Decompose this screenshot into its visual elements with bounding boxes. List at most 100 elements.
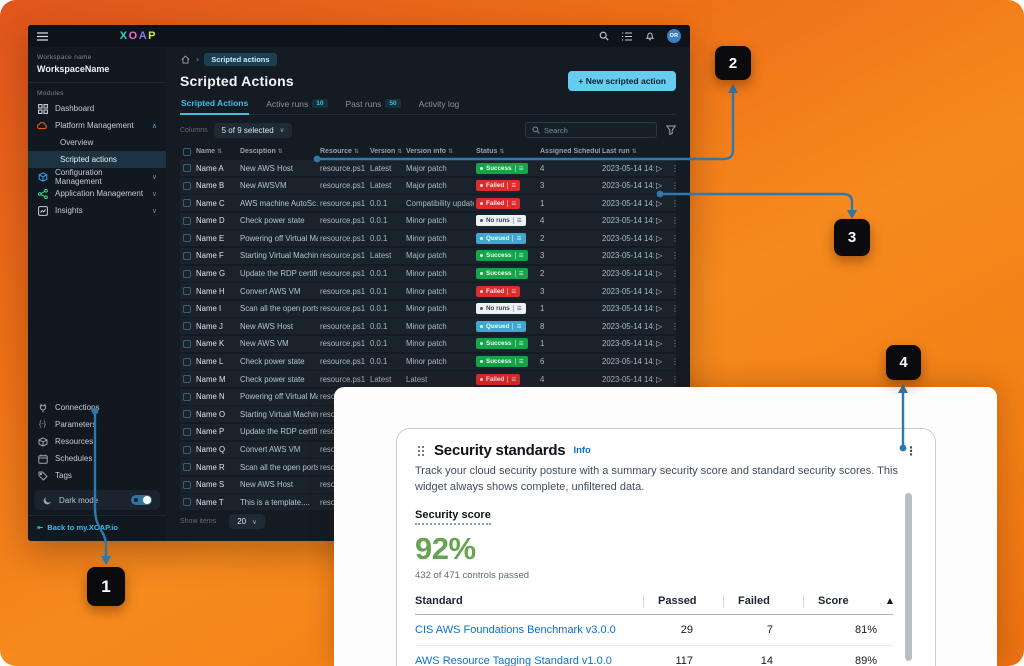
columns-select[interactable]: 5 of 9 selected ∨	[214, 123, 293, 138]
row-checkbox[interactable]	[183, 375, 191, 383]
table-row[interactable]: Name L Check power state resource.ps1 0.…	[180, 354, 676, 370]
run-play-button[interactable]: ▷	[656, 164, 669, 173]
table-row[interactable]: Name D Check power state resource.ps1 0.…	[180, 213, 676, 229]
run-play-button[interactable]: ▷	[656, 322, 669, 331]
row-checkbox[interactable]	[183, 305, 191, 313]
row-checkbox[interactable]	[183, 234, 191, 242]
column-header-standard[interactable]: Standard	[415, 595, 643, 607]
table-row[interactable]: Name M Check power state resource.ps1 La…	[180, 371, 676, 387]
table-row[interactable]: Name F Starting Virtual Machin... resour…	[180, 248, 676, 264]
column-header-failed[interactable]: Failed	[723, 595, 803, 607]
status-badge[interactable]: Success≡	[476, 356, 528, 367]
info-link[interactable]: Info	[573, 445, 590, 456]
status-badge[interactable]: Success≡	[476, 338, 528, 349]
tab-activity-log[interactable]: Activity log	[418, 98, 461, 114]
column-header-resource[interactable]: Resource⇅	[320, 148, 368, 155]
select-all-checkbox[interactable]	[183, 148, 191, 156]
column-header-score[interactable]: Score ▲	[803, 595, 893, 607]
sidebar-item-overview[interactable]: Overview	[28, 134, 166, 151]
tab-past-runs[interactable]: Past runs 50	[345, 98, 402, 114]
table-row[interactable]: Name A New AWS Host resource.ps1 Latest …	[180, 160, 676, 176]
row-menu-button[interactable]: ⋮	[671, 251, 681, 260]
row-checkbox[interactable]	[183, 428, 191, 436]
sidebar-item-dashboard[interactable]: Dashboard	[28, 100, 166, 117]
new-scripted-action-button[interactable]: + New scripted action	[568, 71, 676, 91]
table-row[interactable]: Name H Convert AWS VM resource.ps1 0.0.1…	[180, 283, 676, 299]
list-icon[interactable]	[621, 31, 632, 42]
sidebar-item-platform-management[interactable]: Platform Management ∧	[28, 117, 166, 134]
workspace-name[interactable]: WorkspaceName	[37, 64, 157, 74]
column-header-passed[interactable]: Passed	[643, 595, 723, 607]
filter-icon[interactable]	[665, 125, 676, 136]
row-checkbox[interactable]	[183, 410, 191, 418]
tab-scripted-actions[interactable]: Scripted Actions	[180, 98, 249, 115]
row-menu-button[interactable]: ⋮	[671, 234, 681, 243]
status-badge[interactable]: Failed≡	[476, 198, 520, 209]
row-menu-button[interactable]: ⋮	[671, 181, 681, 190]
row-checkbox[interactable]	[183, 199, 191, 207]
row-checkbox[interactable]	[183, 252, 191, 260]
row-checkbox[interactable]	[183, 446, 191, 454]
run-play-button[interactable]: ▷	[656, 251, 669, 260]
widget-scrollbar[interactable]	[905, 493, 912, 661]
sidebar-item-tags[interactable]: Tags	[28, 467, 166, 484]
back-link[interactable]: ⇤ Back to my.XOAP.io	[28, 515, 166, 541]
run-play-button[interactable]: ▷	[656, 269, 669, 278]
status-badge[interactable]: Success≡	[476, 250, 528, 261]
drag-handle-icon[interactable]	[415, 445, 426, 456]
run-play-button[interactable]: ▷	[656, 375, 669, 384]
dark-mode-toggle[interactable]	[131, 495, 152, 505]
row-menu-button[interactable]: ⋮	[671, 339, 681, 348]
table-row[interactable]: Name I Scan all the open ports resource.…	[180, 301, 676, 317]
bell-icon[interactable]	[644, 31, 655, 42]
row-checkbox[interactable]	[183, 217, 191, 225]
table-row[interactable]: Name G Update the RDP certifi... resourc…	[180, 266, 676, 282]
row-checkbox[interactable]	[183, 287, 191, 295]
run-play-button[interactable]: ▷	[656, 287, 669, 296]
table-row[interactable]: Name B New AWSVM resource.ps1 Latest Maj…	[180, 178, 676, 194]
breadcrumb-current[interactable]: Scripted actions	[204, 53, 276, 66]
table-row[interactable]: Name J New AWS Host resource.ps1 0.0.1 M…	[180, 318, 676, 334]
column-header-version-info[interactable]: Version info⇅	[406, 148, 474, 155]
show-items-select[interactable]: 20 ∨	[229, 514, 265, 529]
run-play-button[interactable]: ▷	[656, 304, 669, 313]
row-menu-button[interactable]: ⋮	[671, 357, 681, 366]
search-input[interactable]	[544, 126, 650, 135]
sidebar-item-configuration-management[interactable]: Configuration Management ∨	[28, 168, 166, 185]
row-checkbox[interactable]	[183, 463, 191, 471]
sidebar-item-resources[interactable]: Resources	[28, 433, 166, 450]
row-checkbox[interactable]	[183, 182, 191, 190]
run-play-button[interactable]: ▷	[656, 234, 669, 243]
row-menu-button[interactable]: ⋮	[671, 199, 681, 208]
row-menu-button[interactable]: ⋮	[671, 375, 681, 384]
run-play-button[interactable]: ▷	[656, 199, 669, 208]
table-row[interactable]: Name K New AWS VM resource.ps1 0.0.1 Min…	[180, 336, 676, 352]
run-play-button[interactable]: ▷	[656, 181, 669, 190]
hamburger-menu-icon[interactable]	[37, 31, 48, 42]
search-icon[interactable]	[598, 31, 609, 42]
tab-active-runs[interactable]: Active runs 10	[265, 98, 328, 114]
standard-link[interactable]: CIS AWS Foundations Benchmark v3.0.0	[415, 624, 643, 636]
row-checkbox[interactable]	[183, 322, 191, 330]
sidebar-item-insights[interactable]: Insights ∨	[28, 202, 166, 219]
user-avatar[interactable]: OR	[667, 29, 681, 43]
row-menu-button[interactable]: ⋮	[671, 164, 681, 173]
column-header-last-run[interactable]: Last run⇅	[602, 148, 654, 155]
row-checkbox[interactable]	[183, 164, 191, 172]
run-play-button[interactable]: ▷	[656, 216, 669, 225]
sidebar-item-scripted-actions[interactable]: Scripted actions	[28, 151, 166, 168]
column-header-assigned-schedules[interactable]: Assigned Schedules⇅	[540, 148, 600, 155]
row-menu-button[interactable]: ⋮	[671, 287, 681, 296]
row-checkbox[interactable]	[183, 498, 191, 506]
status-badge[interactable]: No runs≡	[476, 303, 526, 314]
row-menu-button[interactable]: ⋮	[671, 322, 681, 331]
status-badge[interactable]: Failed≡	[476, 286, 520, 297]
status-badge[interactable]: Success≡	[476, 163, 528, 174]
row-checkbox[interactable]	[183, 358, 191, 366]
row-checkbox[interactable]	[183, 340, 191, 348]
row-checkbox[interactable]	[183, 270, 191, 278]
row-checkbox[interactable]	[183, 481, 191, 489]
column-header-status[interactable]: Status⇅	[476, 148, 538, 155]
column-header-name[interactable]: Name⇅	[196, 148, 238, 155]
sidebar-item-schedules[interactable]: Schedules	[28, 450, 166, 467]
